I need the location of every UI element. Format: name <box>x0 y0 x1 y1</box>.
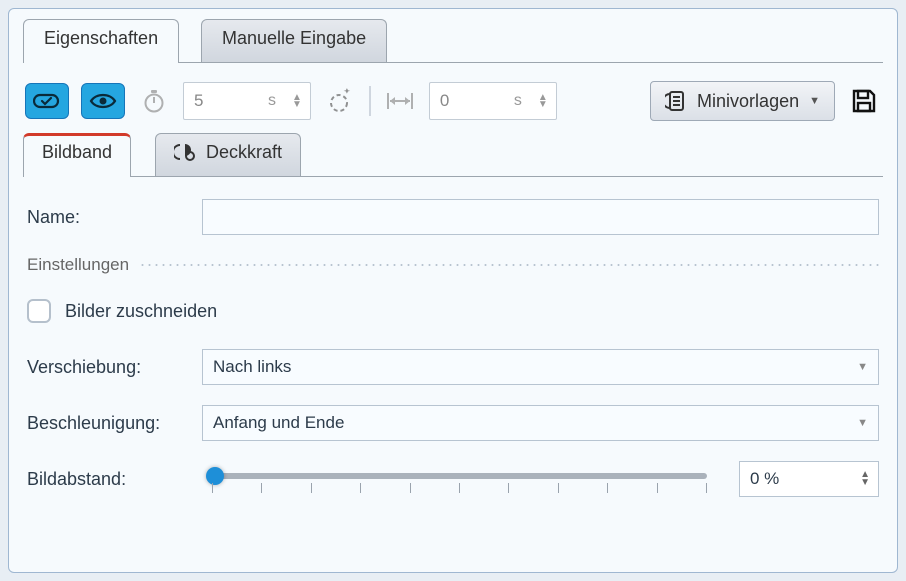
opacity-icon <box>174 142 196 162</box>
offset-spinner[interactable]: s ▲▼ <box>429 82 557 120</box>
accel-label: Beschleunigung: <box>27 413 202 434</box>
spacing-value: 0 % <box>750 469 860 489</box>
spacing-spinner[interactable]: 0 % ▲▼ <box>739 461 879 497</box>
tab-manual-input[interactable]: Manuelle Eingabe <box>201 19 387 63</box>
name-label: Name: <box>27 207 202 228</box>
duration-input[interactable] <box>192 90 262 112</box>
slider-ticks <box>212 483 707 493</box>
row-accel: Beschleunigung: Anfang und Ende ▼ <box>27 405 879 441</box>
top-tabs: Eigenschaften Manuelle Eingabe <box>23 19 883 63</box>
accel-value: Anfang und Ende <box>213 413 344 433</box>
crop-checkbox[interactable] <box>27 299 51 323</box>
tab-bildband[interactable]: Bildband <box>23 133 131 177</box>
properties-panel: Eigenschaften Manuelle Eingabe s ▲▼ <box>8 8 898 573</box>
save-button[interactable] <box>847 84 881 118</box>
row-crop: Bilder zuschneiden <box>27 299 879 323</box>
spacing-stepper[interactable]: ▲▼ <box>860 471 876 487</box>
tab-deckkraft-label: Deckkraft <box>206 142 282 163</box>
chevron-down-icon: ▼ <box>857 417 868 429</box>
tab-properties-label: Eigenschaften <box>44 28 158 48</box>
row-shift: Verschiebung: Nach links ▼ <box>27 349 879 385</box>
duration-stepper[interactable]: ▲▼ <box>292 94 302 108</box>
duration-unit: s <box>268 92 276 110</box>
section-dots <box>139 264 879 266</box>
section-settings: Einstellungen <box>27 255 879 275</box>
width-arrows-icon <box>383 84 417 118</box>
duration-spinner[interactable]: s ▲▼ <box>183 82 311 120</box>
row-name: Name: <box>27 199 879 235</box>
template-icon <box>665 90 687 112</box>
floppy-icon <box>850 87 878 115</box>
crop-label: Bilder zuschneiden <box>65 301 217 322</box>
chevron-down-icon: ▼ <box>857 361 868 373</box>
mini-templates-label: Minivorlagen <box>697 91 799 112</box>
tab-properties[interactable]: Eigenschaften <box>23 19 179 63</box>
toolbar-divider <box>369 86 371 116</box>
name-input[interactable] <box>202 199 879 235</box>
toggle-link-button[interactable] <box>25 83 69 119</box>
spacing-slider[interactable] <box>202 464 717 494</box>
shift-select[interactable]: Nach links ▼ <box>202 349 879 385</box>
link-check-icon <box>33 92 61 110</box>
mini-templates-button[interactable]: Minivorlagen ▼ <box>650 81 835 121</box>
toolbar: s ▲▼ s ▲▼ Minivorlagen ▼ <box>23 63 883 127</box>
stopwatch-icon <box>137 84 171 118</box>
slider-track <box>212 473 707 479</box>
offset-stepper[interactable]: ▲▼ <box>538 94 548 108</box>
spacing-label: Bildabstand: <box>27 469 202 490</box>
tab-deckkraft[interactable]: Deckkraft <box>155 133 301 177</box>
offset-input[interactable] <box>438 90 508 112</box>
accel-select[interactable]: Anfang und Ende ▼ <box>202 405 879 441</box>
sub-tabs-rule <box>23 176 883 177</box>
form-area: Name: Einstellungen Bilder zuschneiden V… <box>23 177 883 497</box>
shift-value: Nach links <box>213 357 291 377</box>
sparkle-timer-icon[interactable] <box>323 84 357 118</box>
section-settings-label: Einstellungen <box>27 255 129 275</box>
eye-icon <box>89 92 117 110</box>
shift-label: Verschiebung: <box>27 357 202 378</box>
toggle-visible-button[interactable] <box>81 83 125 119</box>
offset-unit: s <box>514 92 522 110</box>
tab-manual-input-label: Manuelle Eingabe <box>222 28 366 48</box>
sub-tabs: Bildband Deckkraft <box>23 133 883 177</box>
chevron-down-icon: ▼ <box>809 95 820 107</box>
row-spacing: Bildabstand: 0 % ▲▼ <box>27 461 879 497</box>
tab-bildband-label: Bildband <box>42 142 112 163</box>
